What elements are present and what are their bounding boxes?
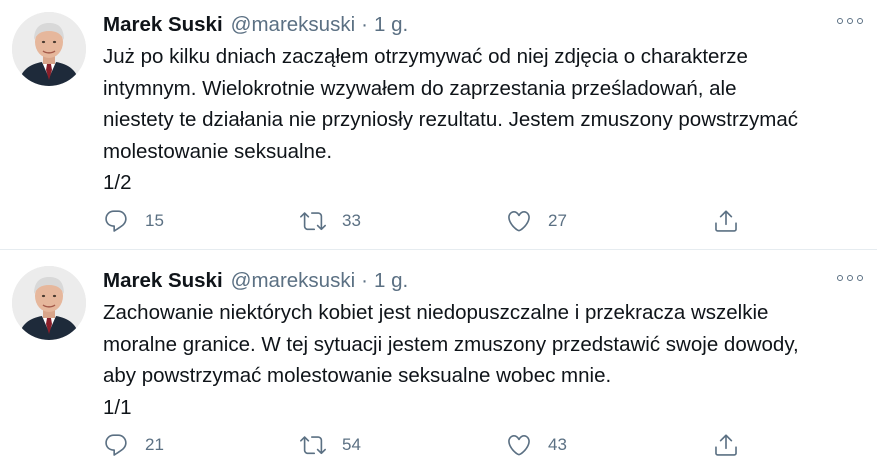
- separator: ·: [361, 269, 368, 292]
- tweet-text-line: intymnym. Wielokrotnie wzywałem do zaprz…: [103, 76, 737, 100]
- separator: ·: [361, 13, 368, 36]
- like-count: 27: [548, 211, 567, 230]
- author-handle[interactable]: @mareksuski: [231, 268, 355, 294]
- share-button[interactable]: [713, 430, 739, 460]
- avatar[interactable]: [12, 12, 86, 86]
- more-options-icon[interactable]: [837, 14, 863, 28]
- reply-button[interactable]: 21: [103, 430, 164, 460]
- reply-icon: [103, 432, 129, 458]
- like-count: 43: [548, 435, 567, 454]
- tweet-text-line: Zachowanie niektórych kobiet jest niedop…: [103, 301, 769, 324]
- heart-icon: [506, 432, 532, 458]
- tweet[interactable]: Marek Suski @mareksuski · 1 g. Zachowani…: [0, 251, 877, 476]
- reply-count: 21: [145, 435, 164, 454]
- heart-icon: [506, 208, 532, 234]
- share-icon: [713, 208, 739, 234]
- tweet-feed: Marek Suski @mareksuski · 1 g. Już po ki…: [0, 0, 877, 475]
- author-name[interactable]: Marek Suski: [103, 12, 223, 38]
- author-name[interactable]: Marek Suski: [103, 268, 223, 294]
- avatar-image: [12, 266, 86, 340]
- retweet-icon: [300, 432, 326, 458]
- tweet-header: Marek Suski @mareksuski · 1 g.: [103, 268, 408, 294]
- thread-counter: 1/1: [103, 395, 132, 419]
- tweet-text: Zachowanie niektórych kobiet jest niedop…: [103, 297, 863, 423]
- avatar-image: [12, 12, 86, 86]
- tweet-actions: 15 33 27: [103, 206, 753, 236]
- thread-counter: 1/2: [103, 171, 132, 194]
- share-icon: [713, 432, 739, 458]
- reply-icon: [103, 208, 129, 234]
- reply-button[interactable]: 15: [103, 206, 164, 236]
- more-options-icon[interactable]: [837, 271, 863, 285]
- reply-count: 15: [145, 211, 164, 230]
- author-handle[interactable]: @mareksuski: [231, 12, 355, 38]
- tweet-text-line: molestowanie seksualne.: [103, 139, 333, 163]
- share-button[interactable]: [713, 206, 739, 236]
- timestamp[interactable]: 1 g.: [374, 268, 408, 294]
- timestamp[interactable]: 1 g.: [374, 12, 408, 38]
- like-button[interactable]: 27: [506, 206, 567, 236]
- tweet[interactable]: Marek Suski @mareksuski · 1 g. Już po ki…: [0, 0, 877, 250]
- tweet-text: Już po kilku dniach zacząłem otrzymywać …: [103, 41, 863, 199]
- tweet-text-line: Już po kilku dniach zacząłem otrzymywać …: [103, 45, 748, 68]
- retweet-icon: [300, 208, 326, 234]
- tweet-text-line: niestety te działania nie przyniosły rez…: [103, 108, 799, 131]
- retweet-count: 33: [342, 211, 361, 230]
- retweet-button[interactable]: 54: [300, 430, 361, 460]
- tweet-header: Marek Suski @mareksuski · 1 g.: [103, 12, 408, 38]
- retweet-button[interactable]: 33: [300, 206, 361, 236]
- tweet-text-line: aby powstrzymać molestowanie seksualne w…: [103, 364, 612, 387]
- avatar[interactable]: [12, 266, 86, 340]
- tweet-actions: 21 54 43: [103, 430, 753, 460]
- tweet-text-line: moralne granice. W tej sytuacji jestem z…: [103, 332, 799, 356]
- like-button[interactable]: 43: [506, 430, 567, 460]
- retweet-count: 54: [342, 435, 361, 454]
